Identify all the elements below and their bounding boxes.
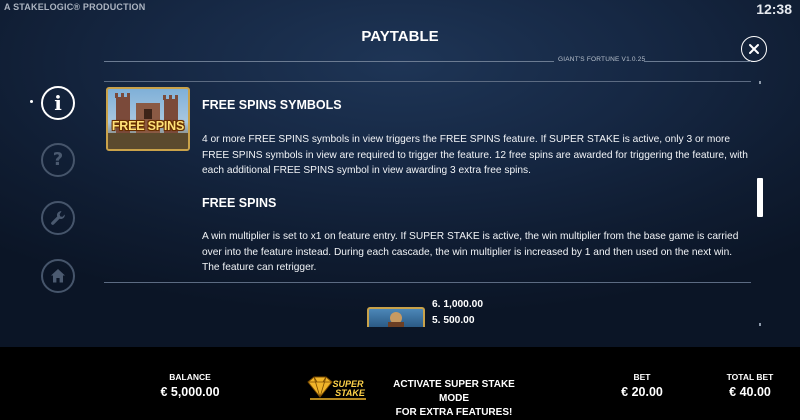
nav-home-button[interactable] bbox=[41, 259, 75, 293]
nav-settings-button[interactable] bbox=[41, 201, 75, 235]
free-spins-heading: FREE SPINS bbox=[202, 196, 277, 210]
header-divider-left bbox=[104, 61, 554, 62]
giant-figure-illustration bbox=[388, 312, 404, 327]
pay-count: 5. bbox=[432, 315, 441, 326]
super-stake-line1: ACTIVATE SUPER STAKE MODE bbox=[393, 379, 515, 404]
scrollbar-bottom-marker bbox=[759, 323, 761, 326]
balance-label: BALANCE bbox=[169, 372, 211, 382]
clock: 12:38 bbox=[756, 1, 792, 17]
super-stake-button[interactable]: SUPER STAKE bbox=[304, 373, 372, 407]
super-stake-logo-line2: STAKE bbox=[335, 388, 366, 398]
info-icon: i bbox=[54, 91, 62, 115]
scrollbar-top-marker bbox=[759, 81, 761, 84]
super-stake-line2: FOR EXTRA FEATURES! bbox=[395, 407, 513, 418]
close-icon bbox=[749, 44, 759, 54]
free-spins-symbol-label: FREE SPINS bbox=[111, 119, 185, 133]
nav-help-button[interactable]: ? bbox=[41, 143, 75, 177]
scrollbar-thumb[interactable] bbox=[757, 178, 763, 217]
free-spins-symbols-heading: FREE SPINS SYMBOLS bbox=[202, 98, 342, 112]
pay-row-5: 5. 500.00 bbox=[432, 315, 475, 326]
pay-row-6: 6. 1,000.00 bbox=[432, 299, 483, 310]
free-spins-text: A win multiplier is set to x1 on feature… bbox=[202, 231, 739, 274]
total-bet-value: € 40.00 bbox=[729, 385, 771, 399]
version-label: GIANT'S FORTUNE V1.0.25 bbox=[558, 56, 646, 63]
nav-info-button[interactable]: i bbox=[41, 86, 75, 120]
free-spins-symbols-text: 4 or more FREE SPINS symbols in view tri… bbox=[202, 134, 748, 177]
bet-value[interactable]: € 20.00 bbox=[602, 385, 682, 399]
page-title: PAYTABLE bbox=[361, 28, 439, 45]
wrench-icon bbox=[51, 211, 65, 225]
pay-amount: 500.00 bbox=[443, 315, 475, 326]
header-divider-right bbox=[644, 61, 751, 62]
pay-amount: 1,000.00 bbox=[443, 299, 483, 310]
bet-label: BET bbox=[633, 372, 651, 382]
question-icon: ? bbox=[52, 149, 64, 170]
super-stake-diamond-icon: SUPER STAKE bbox=[307, 376, 366, 400]
active-indicator-dot bbox=[30, 100, 33, 103]
content-top-divider bbox=[104, 81, 751, 82]
symbol-pay-image bbox=[367, 307, 425, 327]
close-button[interactable] bbox=[741, 36, 767, 62]
total-bet-label: TOTAL BET bbox=[726, 372, 774, 382]
super-stake-promo[interactable]: ACTIVATE SUPER STAKE MODE FOR EXTRA FEAT… bbox=[380, 378, 528, 420]
content-section-divider bbox=[104, 282, 751, 283]
studio-credit: A STAKELOGIC® PRODUCTION bbox=[4, 2, 146, 12]
pay-count: 6. bbox=[432, 299, 441, 310]
balance-value: € 5,000.00 bbox=[160, 385, 220, 399]
home-icon bbox=[51, 269, 65, 283]
free-spins-symbol-image: FREE SPINS bbox=[106, 87, 190, 151]
